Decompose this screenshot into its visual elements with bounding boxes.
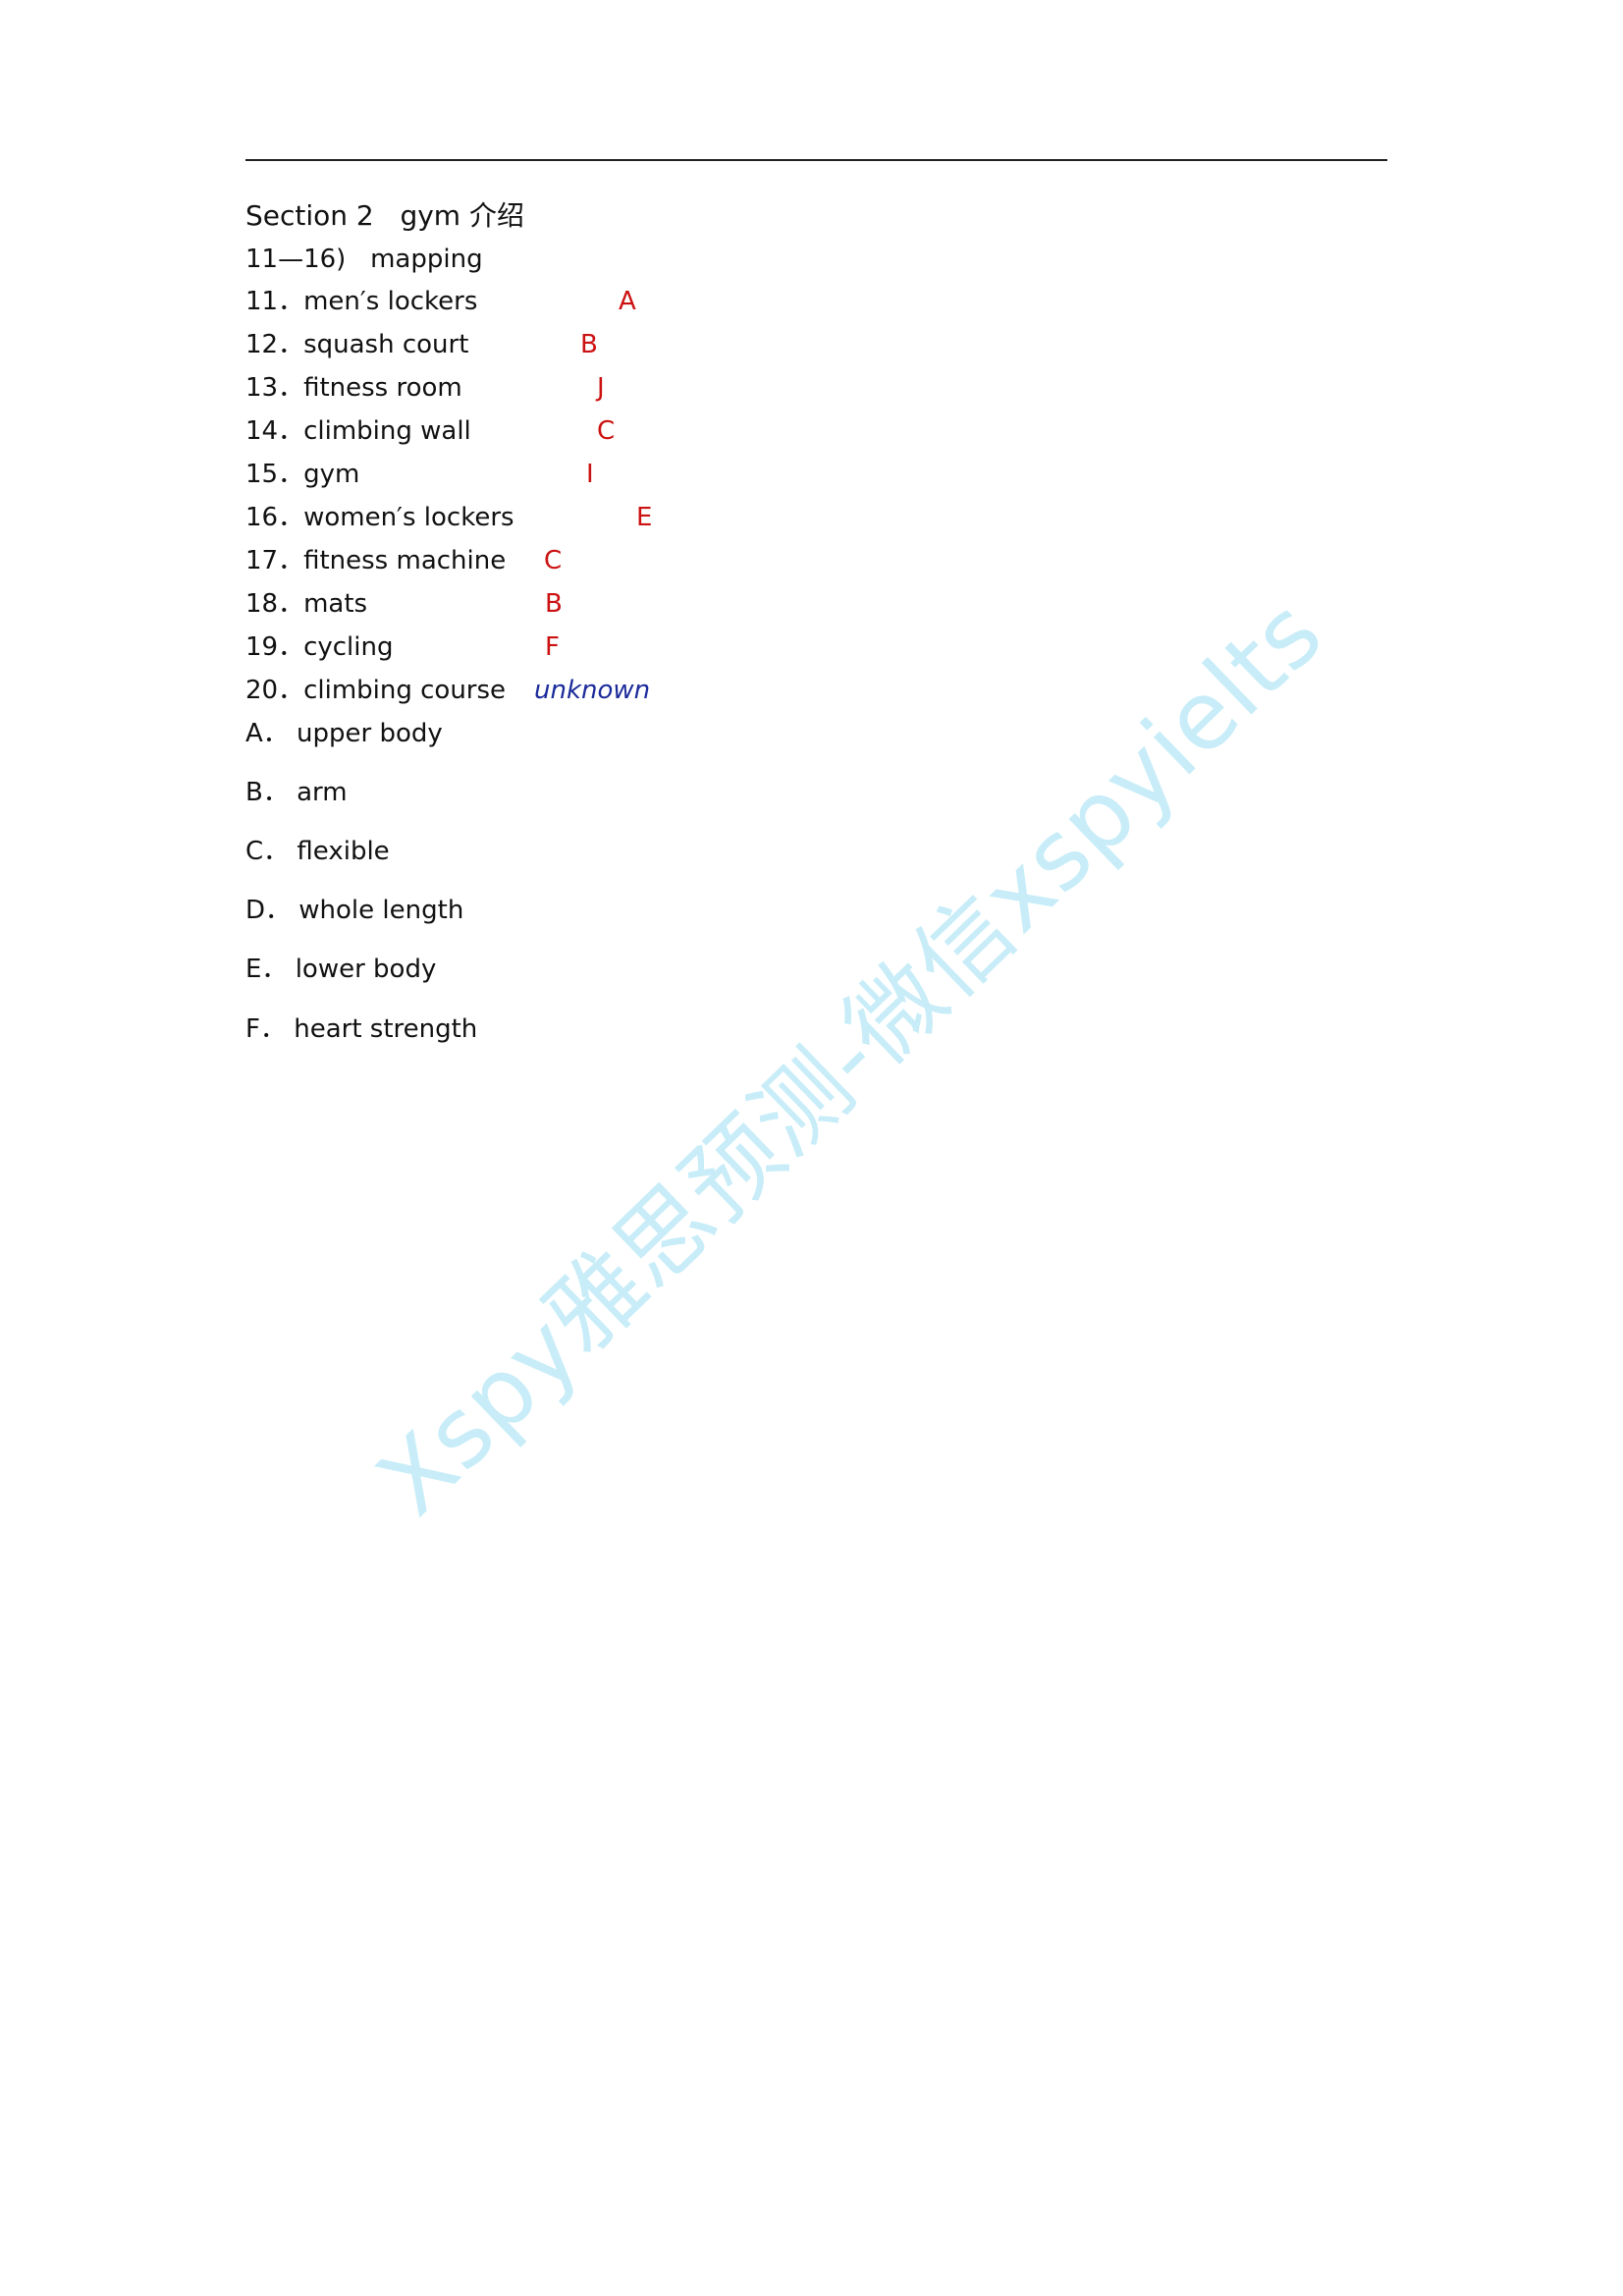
option-item: D． whole length <box>245 896 464 925</box>
section-subheading: 11—16) mapping <box>245 245 483 274</box>
question-row: 16．women′s lockers E <box>245 502 652 533</box>
question-label: 20．climbing course <box>245 676 507 705</box>
question-answer: C <box>544 546 563 575</box>
question-answer: B <box>545 589 563 619</box>
question-row: 18．mats B <box>245 588 563 620</box>
question-label: 13．fitness room <box>245 373 462 403</box>
question-answer: unknown <box>534 676 651 705</box>
question-answer: C <box>597 416 616 446</box>
option-item: F． heart strength <box>245 1014 478 1044</box>
question-row: 17．fitness machine C <box>245 545 562 576</box>
question-row: 11．men′s lockers A <box>245 286 636 317</box>
header-rule <box>245 159 1387 161</box>
question-answer: I <box>586 460 594 489</box>
question-row: 15．gym I <box>245 459 594 490</box>
question-label: 19．cycling <box>245 632 394 662</box>
question-answer: B <box>580 330 598 359</box>
section-heading: Section 2 gym 介绍 <box>245 199 524 232</box>
question-answer: E <box>636 503 653 532</box>
question-label: 14．climbing wall <box>245 416 471 446</box>
option-item: E． lower body <box>245 955 437 984</box>
question-label: 11．men′s lockers <box>245 287 478 316</box>
question-row: 12．squash court B <box>245 329 598 360</box>
question-answer: A <box>619 287 636 316</box>
option-item: A． upper body <box>245 719 443 748</box>
question-label: 17．fitness machine <box>245 546 507 575</box>
question-label: 16．women′s lockers <box>245 503 514 532</box>
question-row: 14．climbing wall C <box>245 415 615 447</box>
option-item: C． flexible <box>245 837 390 866</box>
question-row: 19．cycling F <box>245 631 560 663</box>
question-row: 13．fitness room J <box>245 372 605 404</box>
option-item: B． arm <box>245 778 348 807</box>
question-answer: F <box>545 632 560 662</box>
question-label: 18．mats <box>245 589 368 619</box>
question-label: 12．squash court <box>245 330 469 359</box>
question-label: 15．gym <box>245 460 360 489</box>
watermark: Xspy雅思预测-微信xspyielts <box>356 577 1344 1537</box>
question-answer: J <box>597 373 605 403</box>
question-row: 20．climbing course unknown <box>245 675 650 706</box>
